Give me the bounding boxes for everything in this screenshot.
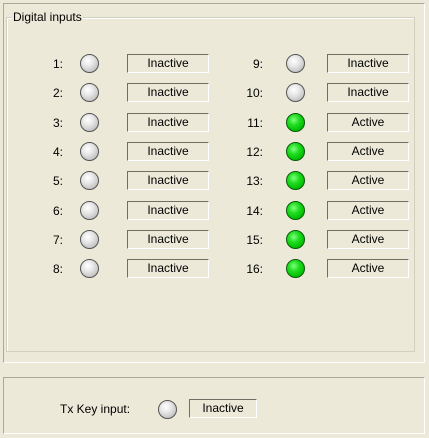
input-status-field: Active	[327, 171, 409, 190]
input-status-field: Inactive	[327, 54, 409, 73]
input-led-icon	[80, 142, 99, 161]
input-led-icon	[286, 201, 305, 220]
input-number-label: 3:	[52, 116, 63, 130]
input-led-icon	[80, 171, 99, 190]
input-led-icon	[286, 83, 305, 102]
input-status-field: Active	[327, 259, 409, 278]
input-led-icon	[286, 259, 305, 278]
input-status-field: Inactive	[127, 54, 209, 73]
input-status-field: Inactive	[127, 113, 209, 132]
input-number-label: 8:	[52, 262, 63, 276]
input-led-icon	[286, 171, 305, 190]
input-number-label: 15:	[246, 233, 263, 247]
input-led-icon	[80, 230, 99, 249]
input-led-icon	[80, 83, 99, 102]
input-status-field: Active	[327, 201, 409, 220]
input-status-field: Active	[327, 142, 409, 161]
input-led-icon	[80, 201, 99, 220]
input-number-label: 11:	[247, 116, 263, 130]
input-status-field: Inactive	[127, 201, 209, 220]
input-led-icon	[286, 113, 305, 132]
input-number-label: 12:	[246, 145, 263, 159]
input-number-label: 13:	[246, 174, 263, 188]
input-status-field: Inactive	[127, 230, 209, 249]
input-led-icon	[80, 113, 99, 132]
input-number-label: 2:	[52, 86, 63, 100]
tx-key-label: Tx Key input:	[60, 402, 131, 416]
input-led-icon	[80, 54, 99, 73]
input-status-field: Active	[327, 230, 409, 249]
input-number-label: 14:	[246, 204, 263, 218]
input-status-field: Active	[327, 113, 409, 132]
input-status-field: Inactive	[127, 259, 209, 278]
input-led-icon	[80, 259, 99, 278]
input-number-label: 5:	[52, 174, 63, 188]
input-number-label: 6:	[52, 204, 63, 218]
input-led-icon	[286, 230, 305, 249]
input-status-field: Inactive	[127, 142, 209, 161]
input-number-label: 1:	[52, 57, 63, 71]
input-number-label: 10:	[246, 86, 263, 100]
input-number-label: 4:	[52, 145, 63, 159]
tx-key-led-icon	[158, 400, 177, 419]
input-number-label: 9:	[252, 57, 263, 71]
input-number-label: 7:	[52, 233, 63, 247]
input-led-icon	[286, 142, 305, 161]
group-title: Digital inputs	[12, 10, 83, 24]
input-number-label: 16:	[246, 262, 263, 276]
tx-key-status: Inactive	[189, 399, 257, 418]
input-led-icon	[286, 54, 305, 73]
input-status-field: Inactive	[327, 83, 409, 102]
input-status-field: Inactive	[127, 83, 209, 102]
input-status-field: Inactive	[127, 171, 209, 190]
